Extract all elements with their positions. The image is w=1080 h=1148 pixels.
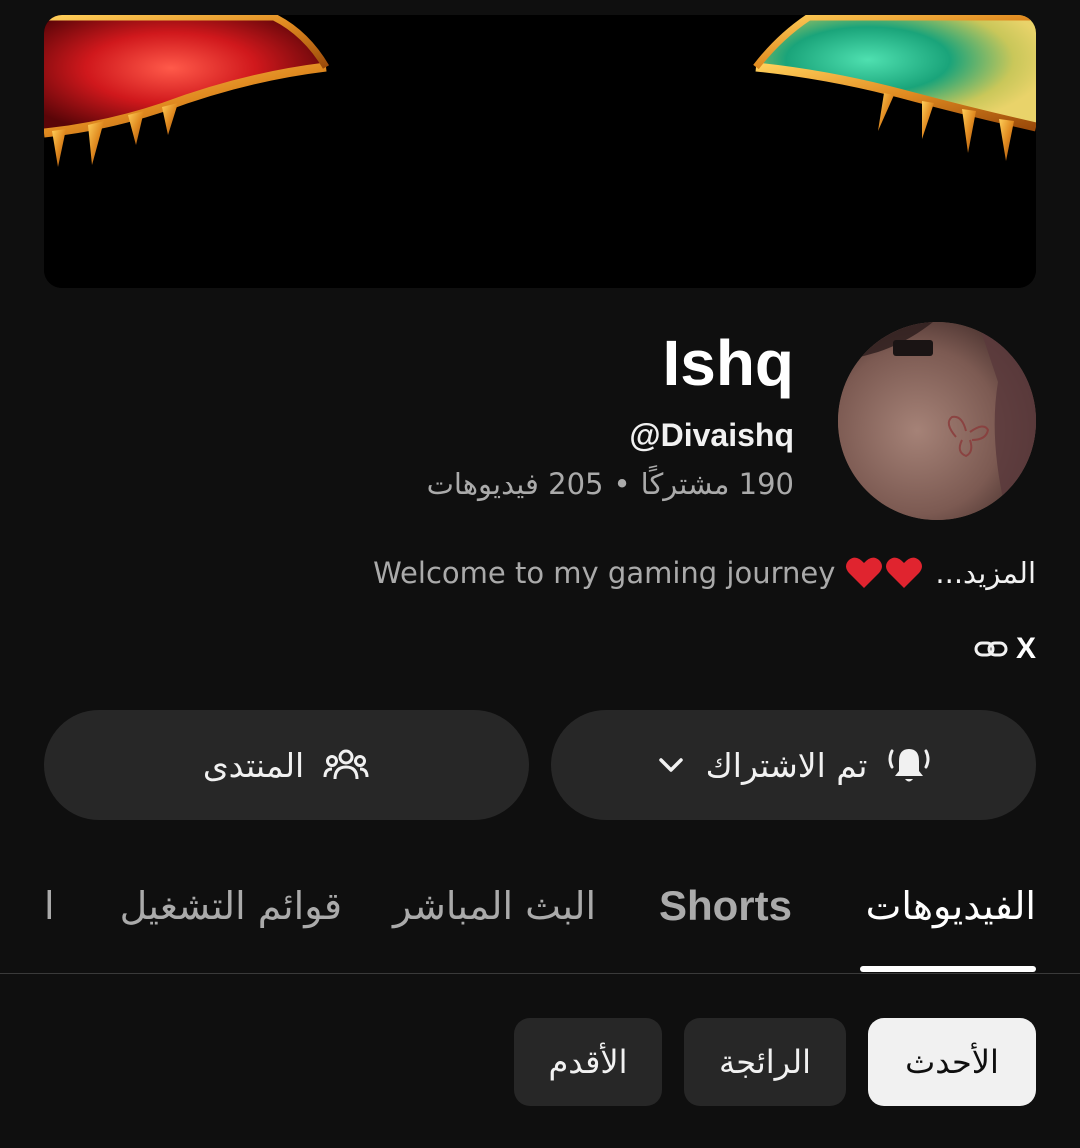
chevron-down-icon [658, 758, 683, 772]
tab-live[interactable]: البث المباشر [393, 878, 596, 934]
bell-ringing-icon [888, 749, 930, 782]
active-tab-indicator [860, 966, 1036, 972]
channel-banner [44, 15, 1036, 288]
heart-icon [846, 557, 883, 588]
channel-tabs: الفيديوهات Shorts البث المباشر قوائم الت… [0, 860, 1080, 974]
filter-popular-chip[interactable]: الرائجة [684, 1018, 846, 1106]
tab-shorts[interactable]: Shorts [659, 878, 792, 934]
filter-oldest-chip[interactable]: الأقدم [514, 1018, 662, 1106]
channel-avatar[interactable] [838, 322, 1036, 520]
channel-description[interactable]: المزيد... Welcome to my gaming journey [373, 552, 1036, 594]
subscriber-count: 190 مشتركًا [640, 467, 794, 501]
banner-image [44, 15, 1036, 288]
stats-separator: • [613, 467, 631, 501]
channel-stats: 190 مشتركًا • 205 فيديوهات [427, 464, 794, 504]
filter-newest-chip[interactable]: الأحدث [868, 1018, 1036, 1106]
subscribed-button[interactable]: تم الاشتراك [551, 710, 1036, 820]
tab-playlists[interactable]: قوائم التشغيل [120, 878, 342, 934]
link-icon [974, 641, 1008, 657]
tab-overflow[interactable]: ا [44, 878, 56, 934]
description-text: Welcome to my gaming journey [373, 556, 836, 590]
tab-videos[interactable]: الفيديوهات [866, 878, 1036, 934]
heart-icon [886, 557, 923, 588]
more-link[interactable]: المزيد... [935, 552, 1036, 594]
community-button[interactable]: المنتدى [44, 710, 529, 820]
subscribed-label: تم الاشتراك [705, 745, 868, 785]
link-label[interactable]: X [1016, 632, 1036, 666]
channel-links[interactable]: X [974, 632, 1036, 666]
avatar-image [838, 322, 1036, 520]
video-count: 205 فيديوهات [426, 467, 604, 501]
people-icon [323, 749, 369, 780]
community-label: المنتدى [202, 745, 305, 785]
channel-name: Ishq [662, 327, 794, 399]
channel-page: Ishq @Divaishq 190 مشتركًا•205 فيديوهات … [0, 0, 1080, 1148]
hearts [845, 556, 923, 590]
channel-handle: @Divaishq [629, 417, 794, 453]
